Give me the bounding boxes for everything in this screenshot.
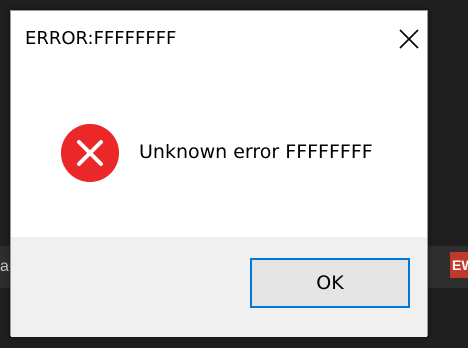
dialog-titlebar: ERROR:FFFFFFFF [11, 11, 427, 67]
close-icon [399, 29, 419, 49]
error-message: Unknown error FFFFFFFF [139, 141, 373, 163]
ok-button[interactable]: OK [250, 258, 410, 308]
error-dialog: ERROR:FFFFFFFF Unknown error FFFFFFFF OK [10, 10, 428, 337]
close-button[interactable] [393, 23, 425, 55]
background-badge-fragment: EW [450, 252, 468, 278]
error-icon [61, 124, 119, 182]
dialog-title: ERROR:FFFFFFFF [25, 28, 177, 49]
dialog-footer: OK [11, 237, 427, 337]
dialog-content: Unknown error FFFFFFFF [11, 67, 427, 237]
